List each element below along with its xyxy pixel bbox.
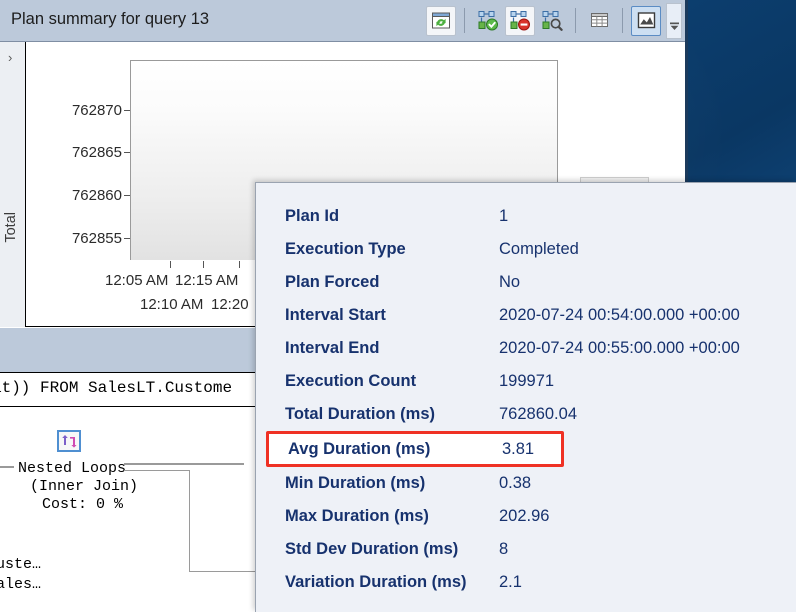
tooltip-row: Std Dev Duration (ms) 8	[256, 533, 796, 566]
grid-view-button[interactable]	[584, 6, 614, 36]
expand-chevron-icon[interactable]: ›	[8, 50, 12, 65]
plan-connector	[124, 463, 244, 465]
tooltip-row-highlighted: Avg Duration (ms) 3.81	[266, 431, 564, 467]
tooltip-value: 2020-07-24 00:55:00.000 +00:00	[499, 339, 740, 357]
tooltip-value: 1	[499, 207, 509, 225]
tooltip-key: Execution Type	[285, 240, 406, 258]
tooltip-key: Total Duration (ms)	[285, 405, 436, 423]
tooltip-value: 199971	[499, 372, 555, 390]
toolbar-separator	[464, 8, 465, 33]
plan-truncated-label: ales…	[0, 576, 42, 593]
tooltip-key: Variation Duration (ms)	[285, 573, 467, 591]
tooltip-value: 3.81	[502, 439, 535, 458]
compare-plans-button[interactable]	[537, 6, 567, 36]
y-tick-label: 762855	[71, 230, 122, 247]
plan-node-title: Nested Loops	[18, 460, 127, 477]
tooltip-key: Plan Id	[285, 207, 340, 225]
tooltip-key: Interval Start	[285, 306, 386, 324]
tooltip-value: 2.1	[499, 573, 522, 591]
tooltip-row: Max Duration (ms) 202.96	[256, 500, 796, 533]
grid-icon	[590, 13, 608, 27]
plan-truncated-label: uste…	[0, 556, 42, 573]
toolbar-separator	[622, 8, 623, 33]
toolbar-separator	[575, 8, 576, 33]
x-tick-label: 12:05 AM	[105, 272, 169, 289]
tooltip-row: Execution Type Completed	[256, 233, 796, 266]
x-tick-mark	[170, 261, 171, 268]
refresh-icon	[432, 12, 450, 28]
chart-view-button[interactable]	[631, 5, 661, 36]
unforce-plan-icon	[510, 10, 530, 30]
tooltip-key: Execution Count	[285, 372, 417, 390]
tooltip-row: Variation Duration (ms) 2.1	[256, 566, 796, 599]
force-plan-button[interactable]	[473, 6, 503, 36]
plan-connector	[189, 470, 190, 572]
window-header: Plan summary for query 13	[0, 0, 685, 42]
plan-connector	[0, 466, 14, 468]
tooltip-row: Interval Start 2020-07-24 00:54:00.000 +…	[256, 299, 796, 332]
chevron-down-icon	[669, 22, 679, 30]
tooltip-key: Std Dev Duration (ms)	[285, 540, 459, 558]
tooltip-row: Execution Count 199971	[256, 365, 796, 398]
plan-node-cost: Cost: 0 %	[42, 496, 124, 513]
chart-icon	[637, 12, 655, 29]
chart-gutter: ›	[0, 42, 26, 327]
sql-statement-text: at)) FROM SalesLT.Custome	[0, 379, 233, 397]
refresh-button[interactable]	[426, 5, 456, 36]
toolbar	[425, 1, 682, 40]
x-tick-mark	[203, 261, 204, 268]
tooltip-value: Completed	[499, 240, 579, 258]
tooltip-key: Interval End	[285, 339, 380, 357]
nested-loops-node-icon[interactable]	[57, 430, 81, 452]
data-point-tooltip: Plan Id 1 Execution Type Completed Plan …	[255, 182, 796, 612]
tooltip-value: 762860.04	[499, 405, 577, 423]
tooltip-key: Avg Duration (ms)	[288, 439, 431, 458]
tooltip-key: Max Duration (ms)	[285, 507, 429, 525]
plan-connector	[124, 470, 190, 471]
plan-connector	[189, 571, 259, 572]
tooltip-row: Min Duration (ms) 0.38	[256, 467, 796, 500]
tooltip-row: Plan Forced No	[256, 266, 796, 299]
tooltip-value: 2020-07-24 00:54:00.000 +00:00	[499, 306, 740, 324]
compare-plans-icon	[542, 10, 563, 31]
tooltip-row: Interval End 2020-07-24 00:55:00.000 +00…	[256, 332, 796, 365]
toolbar-overflow-button[interactable]	[666, 2, 682, 39]
y-tick-label: 762865	[71, 144, 122, 161]
tooltip-key: Plan Forced	[285, 273, 380, 291]
y-axis-title: Total	[3, 212, 19, 243]
tooltip-value: 0.38	[499, 474, 532, 492]
y-tick-label: 762870	[71, 102, 122, 119]
nested-loops-icon	[62, 435, 77, 448]
tooltip-key: Min Duration (ms)	[285, 474, 426, 492]
tooltip-rows: Plan Id 1 Execution Type Completed Plan …	[256, 183, 796, 599]
plan-node-subtitle: (Inner Join)	[30, 478, 139, 495]
x-tick-label: 12:10 AM	[140, 296, 204, 313]
force-plan-icon	[478, 10, 498, 30]
tooltip-value: 8	[499, 540, 509, 558]
tooltip-value: 202.96	[499, 507, 550, 525]
y-tick-label: 762860	[71, 187, 122, 204]
tooltip-row: Plan Id 1	[256, 200, 796, 233]
x-tick-label: 12:15 AM	[175, 272, 239, 289]
page-title: Plan summary for query 13	[11, 10, 210, 28]
x-tick-mark	[239, 261, 240, 268]
x-tick-label: 12:20	[211, 296, 249, 313]
tooltip-row: Total Duration (ms) 762860.04	[256, 398, 796, 431]
unforce-plan-button[interactable]	[505, 5, 535, 36]
tooltip-value: No	[499, 273, 521, 291]
